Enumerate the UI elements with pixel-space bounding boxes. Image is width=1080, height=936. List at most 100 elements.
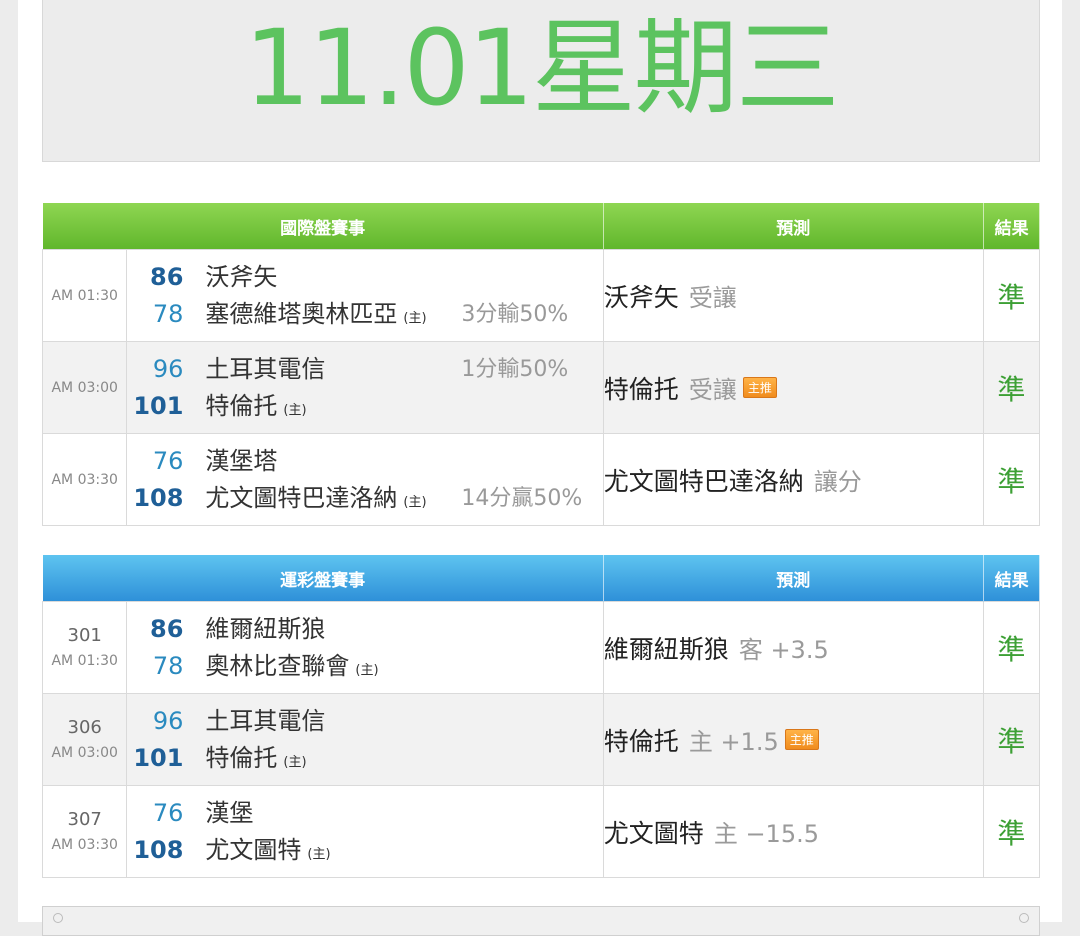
match-cell: 86 維爾紐斯狼 78 奧林比查聯會 (主) (126, 601, 604, 694)
time-cell: AM 03:30 (41, 433, 128, 526)
prediction-cell: 尤文圖特主 −15.5 (602, 785, 984, 878)
prediction-line: 客 +3.5 (738, 635, 829, 664)
home-marker: (主) (307, 846, 331, 862)
away-team: 土耳其電信 (205, 354, 326, 383)
home-marker: (主) (403, 310, 427, 326)
table-row[interactable]: AM 01:30 86 沃斧矢 78 塞德維塔奧林匹亞 (主) 3分輸50% 沃斧… (41, 249, 1041, 342)
handicap-result: 3分輸50% (461, 301, 569, 327)
header-match: 國際盤賽事 (42, 203, 604, 250)
handicap-result: 1分輸50% (461, 356, 569, 382)
home-score: 101 (133, 391, 184, 420)
prediction-cell: 特倫托 受讓 主推 (602, 341, 984, 434)
game-number: 306 (67, 716, 102, 738)
away-team: 沃斧矢 (205, 262, 278, 291)
game-number: 301 (67, 624, 102, 646)
lottery-header-row: 運彩盤賽事 預測 結果 (42, 555, 1040, 602)
time-cell: 307 AM 03:30 (41, 785, 128, 878)
prediction-type: 受讓 (688, 375, 737, 404)
game-number: 307 (67, 808, 102, 830)
home-score: 108 (133, 483, 184, 512)
away-score: 86 (150, 614, 184, 643)
result-cell: 準 (982, 601, 1041, 694)
predicted-team: 尤文圖特巴達洛納 (603, 466, 804, 496)
home-score: 78 (152, 651, 184, 680)
table-row[interactable]: 306 AM 03:00 96 土耳其電信 101 特倫托 (主) 特倫托主 +1… (41, 693, 1041, 786)
home-marker: (主) (355, 662, 379, 678)
home-score: 101 (133, 743, 184, 772)
home-team: 特倫托 (205, 391, 278, 420)
prediction-cell: 尤文圖特巴達洛納 讓分 (602, 433, 984, 526)
home-marker: (主) (403, 494, 427, 510)
header-prediction: 預測 (603, 203, 984, 250)
date-title: 11.01星期三 (244, 7, 840, 129)
away-team: 漢堡 (205, 798, 254, 827)
game-time: AM 03:00 (51, 379, 118, 396)
away-score: 96 (152, 706, 184, 735)
home-score: 78 (152, 299, 184, 328)
game-time: AM 03:00 (51, 744, 118, 761)
prediction-type: 讓分 (813, 467, 862, 496)
away-score: 76 (152, 798, 184, 827)
predicted-team: 尤文圖特 (603, 818, 704, 848)
away-team: 土耳其電信 (205, 706, 326, 735)
international-header-row: 國際盤賽事 預測 結果 (42, 203, 1040, 250)
predicted-team: 特倫托 (603, 374, 679, 404)
table-row[interactable]: 307 AM 03:30 76 漢堡 108 尤文圖特 (主) 尤文圖特主 −15… (41, 785, 1041, 878)
header-result: 結果 (994, 570, 1029, 591)
page: 11.01星期三 國際盤賽事 預測 結果 AM 01:30 86 沃斧矢 78 … (18, 0, 1062, 936)
next-panel-edge (42, 906, 1040, 936)
game-time: AM 03:30 (51, 836, 118, 853)
predicted-team: 特倫托 (603, 726, 679, 756)
prediction-cell: 沃斧矢 受讓 (602, 249, 984, 342)
home-score: 108 (133, 835, 184, 864)
predicted-team: 沃斧矢 (603, 282, 679, 312)
home-team: 尤文圖特 (205, 835, 302, 864)
table-row[interactable]: 301 AM 01:30 86 維爾紐斯狼 78 奧林比查聯會 (主) 維爾紐斯狼… (41, 601, 1041, 694)
result-cell: 準 (982, 341, 1041, 434)
time-cell: AM 01:30 (41, 249, 128, 342)
header-prediction: 預測 (603, 555, 984, 602)
table-row[interactable]: AM 03:00 96 土耳其電信 1分輸50% 101 特倫托 (主) 特倫托受… (41, 341, 1041, 434)
international-table: 國際盤賽事 預測 結果 AM 01:30 86 沃斧矢 78 塞德維塔奧林匹亞 … (41, 203, 1041, 526)
away-team: 維爾紐斯狼 (205, 614, 326, 643)
featured-pick-badge: 主推 (784, 728, 819, 750)
game-time: AM 01:30 (51, 652, 118, 669)
prediction-cell: 維爾紐斯狼客 +3.5 (602, 601, 984, 694)
date-banner: 11.01星期三 (42, 0, 1040, 162)
result-cell: 準 (982, 785, 1041, 878)
home-marker: (主) (283, 402, 307, 418)
match-cell: 96 土耳其電信 1分輸50% 101 特倫托 (主) (126, 341, 604, 434)
home-team: 特倫托 (205, 743, 278, 772)
prediction-line: 主 −15.5 (713, 819, 819, 848)
prediction-type: 受讓 (688, 283, 737, 312)
match-cell: 76 漢堡 108 尤文圖特 (主) (126, 785, 604, 878)
prediction-line: 主 +1.5 (688, 727, 779, 756)
away-score: 96 (152, 354, 184, 383)
prediction-cell: 特倫托主 +1.5 主推 (602, 693, 984, 786)
sports-lottery-table: 運彩盤賽事 預測 結果 301 AM 01:30 86 維爾紐斯狼 78 奧林比… (41, 555, 1041, 878)
handicap-result: 14分贏50% (461, 485, 583, 511)
time-cell: 306 AM 03:00 (41, 693, 128, 786)
away-score: 86 (150, 262, 184, 291)
result-cell: 準 (982, 433, 1041, 526)
game-time: AM 03:30 (51, 471, 118, 488)
home-team: 尤文圖特巴達洛納 (205, 483, 398, 512)
time-cell: AM 03:00 (41, 341, 128, 434)
time-cell: 301 AM 01:30 (41, 601, 128, 694)
result-cell: 準 (982, 249, 1041, 342)
header-result: 結果 (994, 218, 1029, 239)
match-cell: 86 沃斧矢 78 塞德維塔奧林匹亞 (主) 3分輸50% (126, 249, 604, 342)
result-cell: 準 (982, 693, 1041, 786)
featured-pick-badge: 主推 (742, 376, 777, 398)
away-team: 漢堡塔 (205, 446, 278, 475)
match-cell: 96 土耳其電信 101 特倫托 (主) (126, 693, 604, 786)
table-row[interactable]: AM 03:30 76 漢堡塔 108 尤文圖特巴達洛納 (主) 14分贏50% … (41, 433, 1041, 526)
home-team: 奧林比查聯會 (205, 651, 350, 680)
home-marker: (主) (283, 754, 307, 770)
header-match: 運彩盤賽事 (42, 555, 604, 602)
predicted-team: 維爾紐斯狼 (603, 634, 729, 664)
game-time: AM 01:30 (51, 287, 118, 304)
match-cell: 76 漢堡塔 108 尤文圖特巴達洛納 (主) 14分贏50% (126, 433, 604, 526)
away-score: 76 (152, 446, 184, 475)
home-team: 塞德維塔奧林匹亞 (205, 299, 398, 328)
